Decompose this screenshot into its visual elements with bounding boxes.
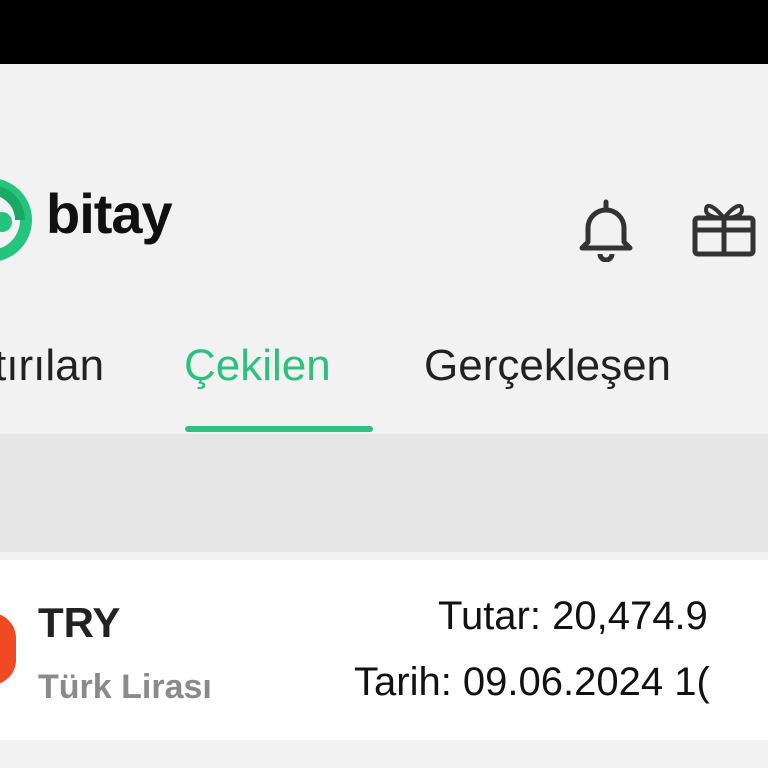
filter-band bbox=[0, 434, 768, 552]
transaction-tabs: tırılan Çekilen Gerçekleşen bbox=[0, 330, 768, 434]
amount-text: Tutar: 20,474.9 bbox=[438, 594, 708, 638]
status-bar bbox=[0, 0, 768, 64]
date-text: Tarih: 09.06.2024 1( bbox=[354, 660, 710, 704]
tab-withdrawn[interactable]: Çekilen bbox=[184, 344, 331, 388]
tab-completed[interactable]: Gerçekleşen bbox=[424, 344, 671, 388]
active-tab-indicator bbox=[185, 426, 373, 432]
list-bottom bbox=[0, 740, 768, 768]
transaction-card[interactable] bbox=[0, 560, 768, 740]
brand-wordmark: bitay bbox=[46, 182, 173, 245]
gift-icon bbox=[692, 203, 756, 257]
currency-name: Türk Lirası bbox=[38, 668, 212, 706]
gifts-button[interactable] bbox=[690, 196, 756, 262]
currency-code: TRY bbox=[38, 599, 121, 646]
bell-icon bbox=[579, 199, 633, 263]
notifications-button[interactable] bbox=[574, 196, 638, 263]
tab-deposited[interactable]: tırılan bbox=[0, 344, 104, 388]
